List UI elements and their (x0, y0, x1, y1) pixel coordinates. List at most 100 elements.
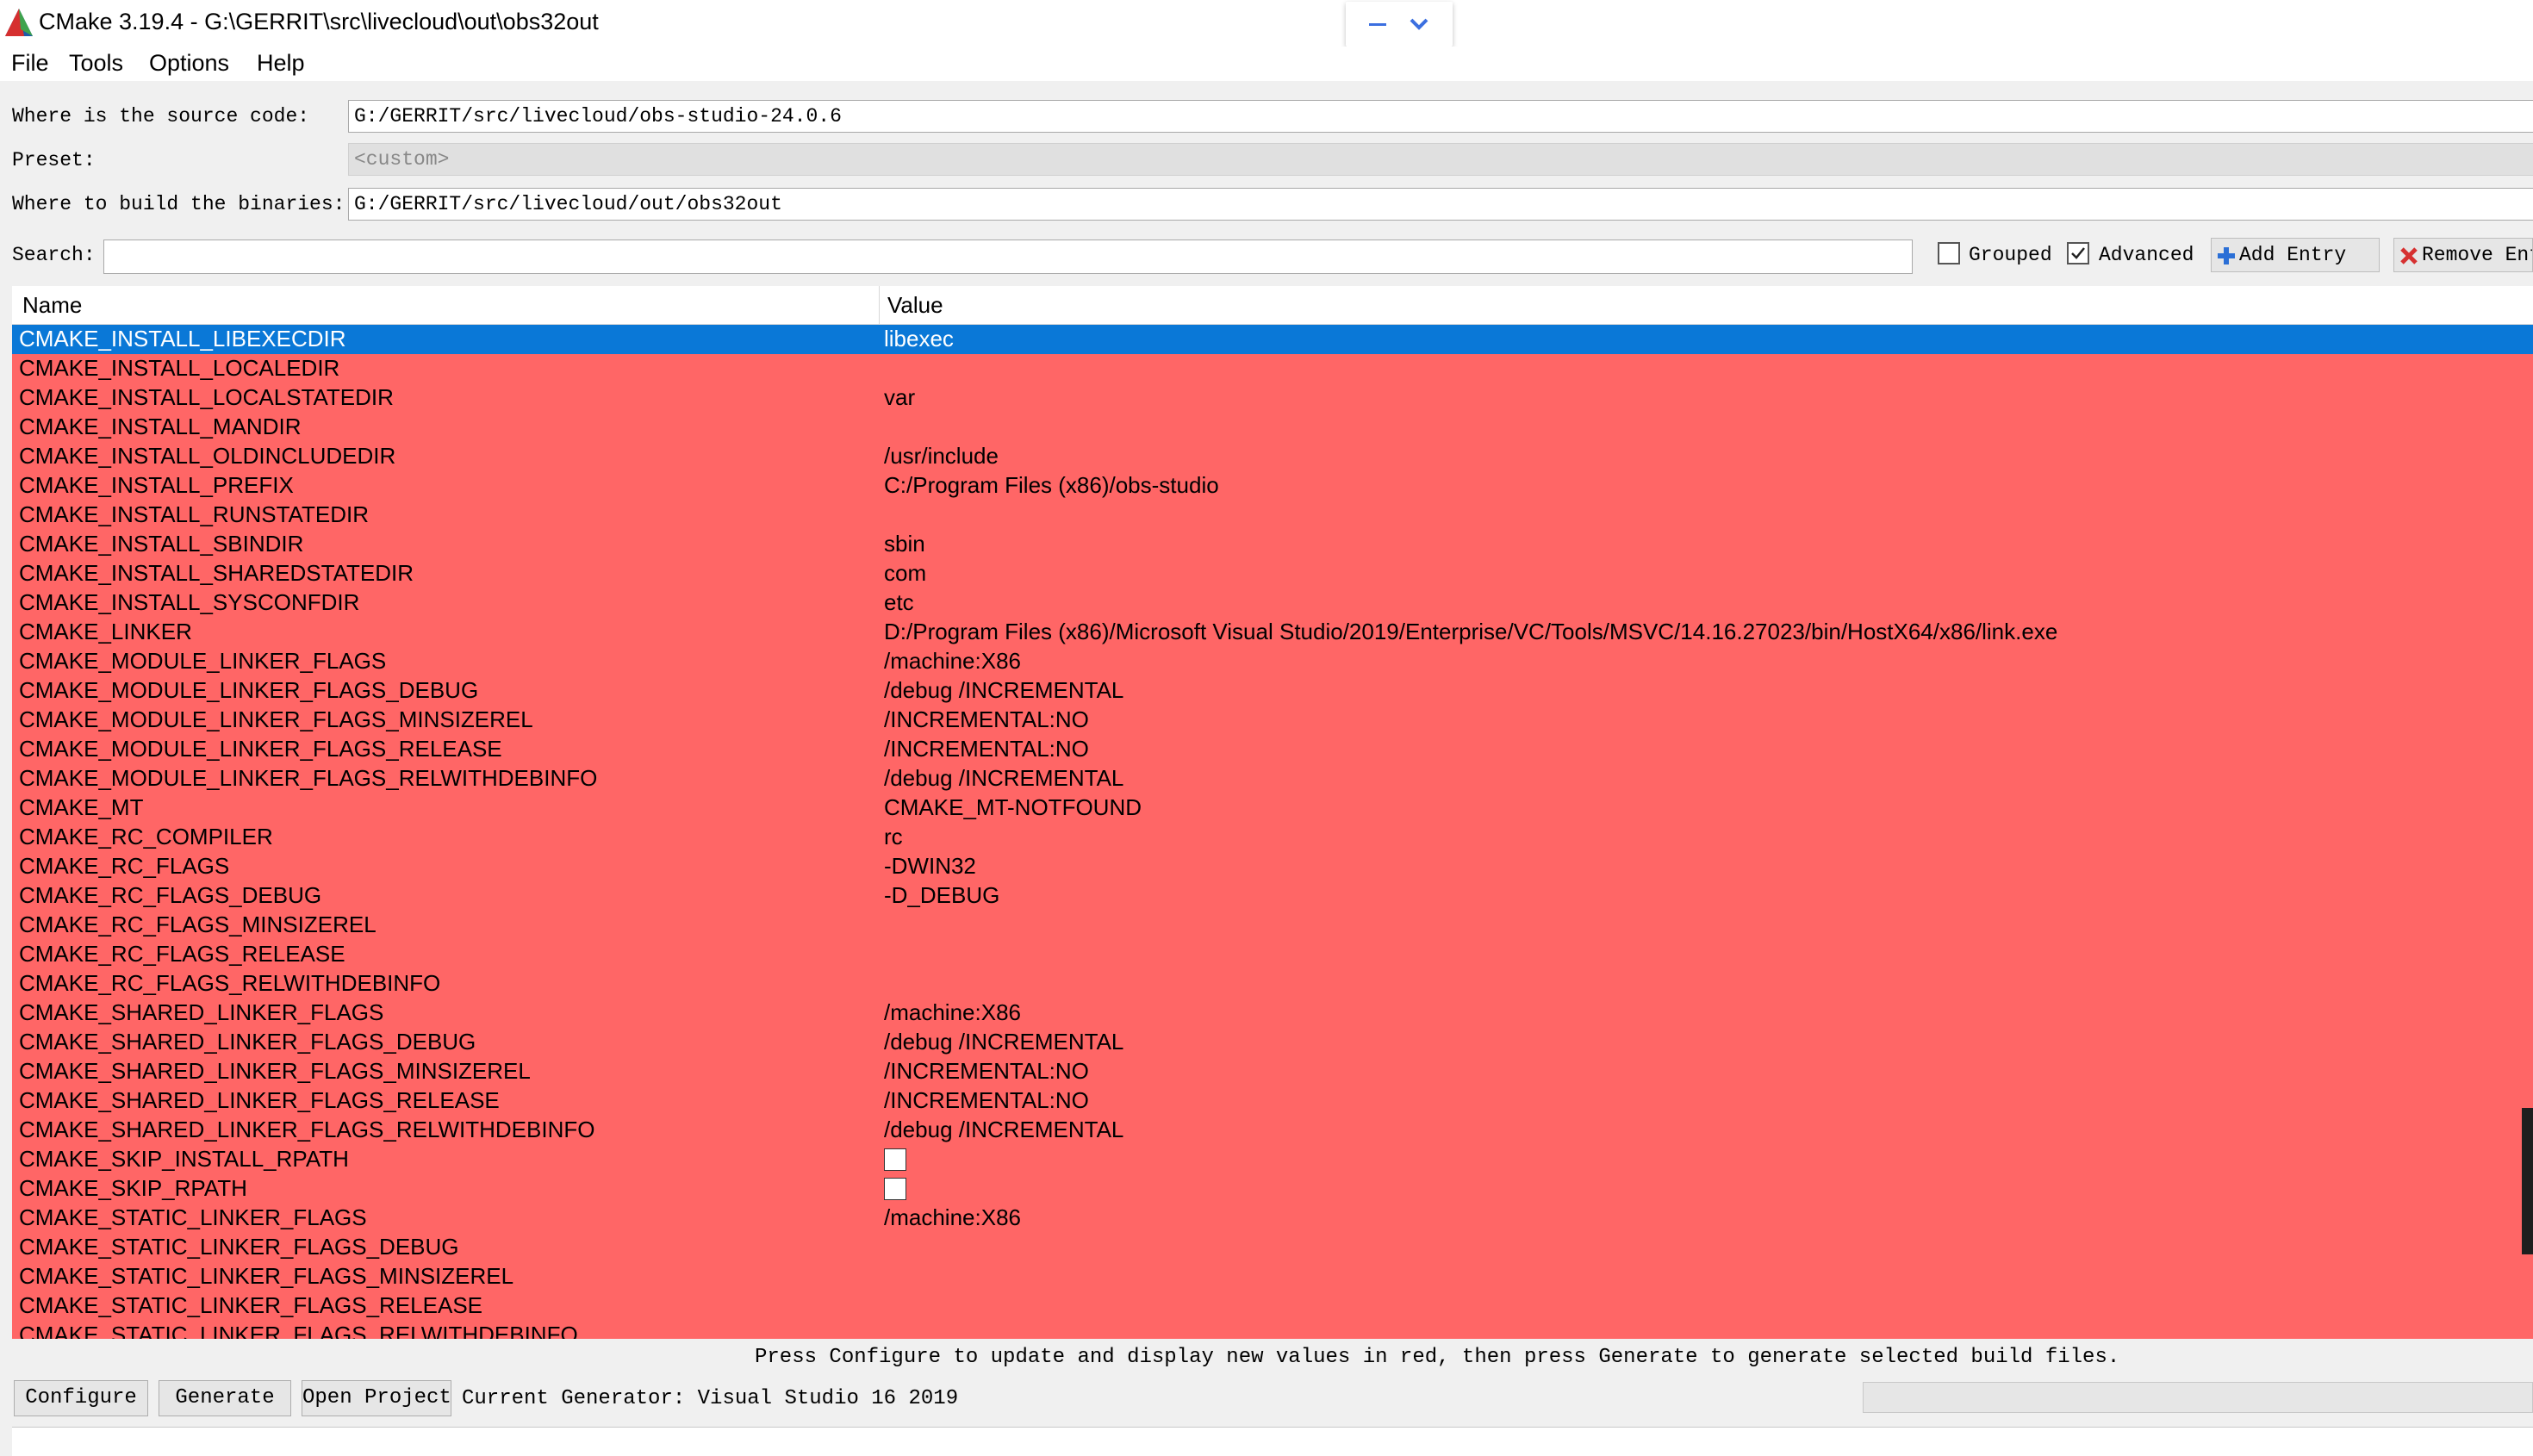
checkmark-icon (2071, 247, 2085, 259)
table-row[interactable]: CMAKE_RC_FLAGS_RELEASE (12, 940, 2533, 969)
menu-options[interactable]: Options (149, 50, 229, 77)
cell-name: CMAKE_STATIC_LINKER_FLAGS_MINSIZEREL (19, 1263, 514, 1289)
cell-value[interactable]: -D_DEBUG (884, 882, 999, 909)
table-row[interactable]: CMAKE_INSTALL_PREFIX C:/Program Files (x8… (12, 471, 2533, 501)
table-row[interactable]: CMAKE_RC_COMPILER rc (12, 823, 2533, 852)
open-project-button[interactable]: Open Project (302, 1380, 451, 1416)
cell-value[interactable]: -DWIN32 (884, 853, 976, 880)
cell-name: CMAKE_RC_FLAGS_RELWITHDEBINFO (19, 970, 441, 996)
cell-name: CMAKE_RC_FLAGS_RELEASE (19, 941, 345, 967)
advanced-label: Advanced (2099, 244, 2194, 266)
plus-icon (2218, 247, 2235, 264)
table-row[interactable]: CMAKE_INSTALL_MANDIR (12, 413, 2533, 442)
table-row[interactable]: CMAKE_STATIC_LINKER_FLAGS_RELWITHDEBINFO (12, 1321, 2533, 1339)
table-row[interactable]: CMAKE_STATIC_LINKER_FLAGS_MINSIZEREL (12, 1262, 2533, 1291)
menu-tools[interactable]: Tools (69, 50, 123, 77)
table-row[interactable]: CMAKE_INSTALL_LOCALEDIR (12, 354, 2533, 383)
table-row[interactable]: CMAKE_LINKER D:/Program Files (x86)/Micro… (12, 618, 2533, 647)
table-row[interactable]: CMAKE_SHARED_LINKER_FLAGS_DEBUG/debug /I… (12, 1028, 2533, 1057)
table-row[interactable]: CMAKE_INSTALL_SHAREDSTATEDIR com (12, 559, 2533, 588)
cell-name: CMAKE_MODULE_LINKER_FLAGS_DEBUG (19, 677, 479, 703)
grouped-label: Grouped (1969, 244, 2052, 266)
cell-value[interactable]: /usr/include (884, 443, 999, 470)
table-row[interactable]: CMAKE_SHARED_LINKER_FLAGS_RELWITHDEBINFO… (12, 1116, 2533, 1145)
cell-name: CMAKE_INSTALL_MANDIR (19, 414, 302, 439)
table-row[interactable]: CMAKE_SHARED_LINKER_FLAGS_RELEASE/INCREM… (12, 1086, 2533, 1116)
table-row[interactable]: CMAKE_INSTALL_RUNSTATEDIR (12, 501, 2533, 530)
cell-value[interactable]: /INCREMENTAL:NO (884, 706, 1089, 733)
table-row[interactable]: CMAKE_MODULE_LINKER_FLAGS_RELEASE/INCREM… (12, 735, 2533, 764)
column-header-name[interactable]: Name (22, 292, 82, 319)
table-row[interactable]: CMAKE_INSTALL_OLDINCLUDEDIR/usr/include (12, 442, 2533, 471)
configure-button[interactable]: Configure (14, 1380, 148, 1416)
table-header: Name Value (12, 286, 2533, 325)
value-checkbox[interactable] (884, 1148, 906, 1171)
cell-value[interactable]: /INCREMENTAL:NO (884, 1087, 1089, 1114)
build-path-input[interactable]: G:/GERRIT/src/livecloud/out/obs32out (348, 188, 2533, 221)
cell-value[interactable]: /debug /INCREMENTAL (884, 1029, 1123, 1055)
table-row[interactable]: CMAKE_INSTALL_LOCALSTATEDIR var (12, 383, 2533, 413)
minimize-icon[interactable] (1363, 14, 1392, 34)
generate-button[interactable]: Generate (159, 1380, 291, 1416)
cell-value[interactable]: /machine:X86 (884, 999, 1021, 1026)
chevron-down-icon[interactable] (1404, 14, 1434, 34)
grouped-checkbox[interactable] (1938, 242, 1960, 264)
table-row[interactable]: CMAKE_RC_FLAGS_RELWITHDEBINFO (12, 969, 2533, 999)
advanced-checkbox[interactable] (2067, 242, 2089, 264)
cell-value[interactable]: /machine:X86 (884, 1204, 1021, 1231)
table-row[interactable]: CMAKE_SKIP_RPATH (12, 1174, 2533, 1204)
table-row[interactable]: CMAKE_INSTALL_SBINDIR sbin (12, 530, 2533, 559)
preset-select[interactable]: <custom> (348, 143, 2533, 176)
preset-label: Preset: (12, 149, 96, 171)
cell-value[interactable]: /debug /INCREMENTAL (884, 677, 1123, 704)
table-row[interactable]: CMAKE_MODULE_LINKER_FLAGS_MINSIZEREL/INC… (12, 706, 2533, 735)
cell-value[interactable]: var (884, 384, 915, 411)
add-entry-button[interactable]: Add Entry (2211, 238, 2380, 272)
menu-file[interactable]: File (11, 50, 49, 77)
cell-value[interactable]: CMAKE_MT-NOTFOUND (884, 794, 1142, 821)
column-header-value[interactable]: Value (887, 292, 943, 319)
cell-name: CMAKE_MODULE_LINKER_FLAGS (19, 648, 387, 674)
cell-value[interactable]: /INCREMENTAL:NO (884, 1058, 1089, 1085)
cell-value[interactable]: /INCREMENTAL:NO (884, 736, 1089, 762)
table-row[interactable]: CMAKE_MT CMAKE_MT-NOTFOUND (12, 793, 2533, 823)
table-row[interactable]: CMAKE_STATIC_LINKER_FLAGS/machine:X86 (12, 1204, 2533, 1233)
value-checkbox[interactable] (884, 1178, 906, 1200)
table-row[interactable]: CMAKE_INSTALL_SYSCONFDIR etc (12, 588, 2533, 618)
remove-entry-button[interactable]: Remove Ent (2393, 238, 2533, 272)
menu-help[interactable]: Help (257, 50, 305, 77)
cell-value[interactable]: com (884, 560, 926, 587)
cell-value[interactable]: sbin (884, 531, 925, 557)
cell-value[interactable]: etc (884, 589, 914, 616)
table-row[interactable]: CMAKE_SHARED_LINKER_FLAGS_MINSIZEREL/INC… (12, 1057, 2533, 1086)
cell-value[interactable]: /machine:X86 (884, 648, 1021, 675)
table-row[interactable]: CMAKE_RC_FLAGS -DWIN32 (12, 852, 2533, 881)
table-row[interactable]: CMAKE_MODULE_LINKER_FLAGS_DEBUG/debug /I… (12, 676, 2533, 706)
cell-name: CMAKE_STATIC_LINKER_FLAGS_DEBUG (19, 1234, 459, 1260)
vertical-scrollbar-thumb[interactable] (2522, 1108, 2533, 1254)
table-row[interactable]: CMAKE_STATIC_LINKER_FLAGS_DEBUG (12, 1233, 2533, 1262)
cell-value[interactable]: /debug /INCREMENTAL (884, 1117, 1123, 1143)
source-path-input[interactable]: G:/GERRIT/src/livecloud/obs-studio-24.0.… (348, 100, 2533, 133)
output-log[interactable] (12, 1427, 2533, 1456)
cache-table: Name Value CMAKE_INSTALL_LIBEXECDIR libex… (12, 286, 2533, 1339)
cell-value[interactable]: libexec (884, 326, 954, 352)
status-message: Press Configure to update and display ne… (755, 1346, 2120, 1369)
cell-name: CMAKE_INSTALL_LOCALEDIR (19, 355, 340, 381)
table-row[interactable]: CMAKE_MODULE_LINKER_FLAGS_RELWITHDEBINFO… (12, 764, 2533, 793)
cell-value[interactable]: D:/Program Files (x86)/Microsoft Visual … (884, 619, 2057, 645)
table-row[interactable]: CMAKE_STATIC_LINKER_FLAGS_RELEASE (12, 1291, 2533, 1321)
cell-value[interactable]: rc (884, 824, 903, 850)
table-row[interactable]: CMAKE_RC_FLAGS_DEBUG -D_DEBUG (12, 881, 2533, 911)
table-row[interactable]: CMAKE_SHARED_LINKER_FLAGS/machine:X86 (12, 999, 2533, 1028)
table-row[interactable]: CMAKE_SKIP_INSTALL_RPATH (12, 1145, 2533, 1174)
column-divider[interactable] (879, 286, 880, 324)
search-input[interactable] (103, 240, 1913, 274)
cell-value[interactable]: C:/Program Files (x86)/obs-studio (884, 472, 1219, 499)
cell-name: CMAKE_MODULE_LINKER_FLAGS_RELEASE (19, 736, 502, 762)
cell-name: CMAKE_SHARED_LINKER_FLAGS_RELEASE (19, 1087, 500, 1113)
table-row[interactable]: CMAKE_MODULE_LINKER_FLAGS/machine:X86 (12, 647, 2533, 676)
table-row[interactable]: CMAKE_RC_FLAGS_MINSIZEREL (12, 911, 2533, 940)
table-row[interactable]: CMAKE_INSTALL_LIBEXECDIR libexec (12, 325, 2533, 354)
cell-value[interactable]: /debug /INCREMENTAL (884, 765, 1123, 792)
